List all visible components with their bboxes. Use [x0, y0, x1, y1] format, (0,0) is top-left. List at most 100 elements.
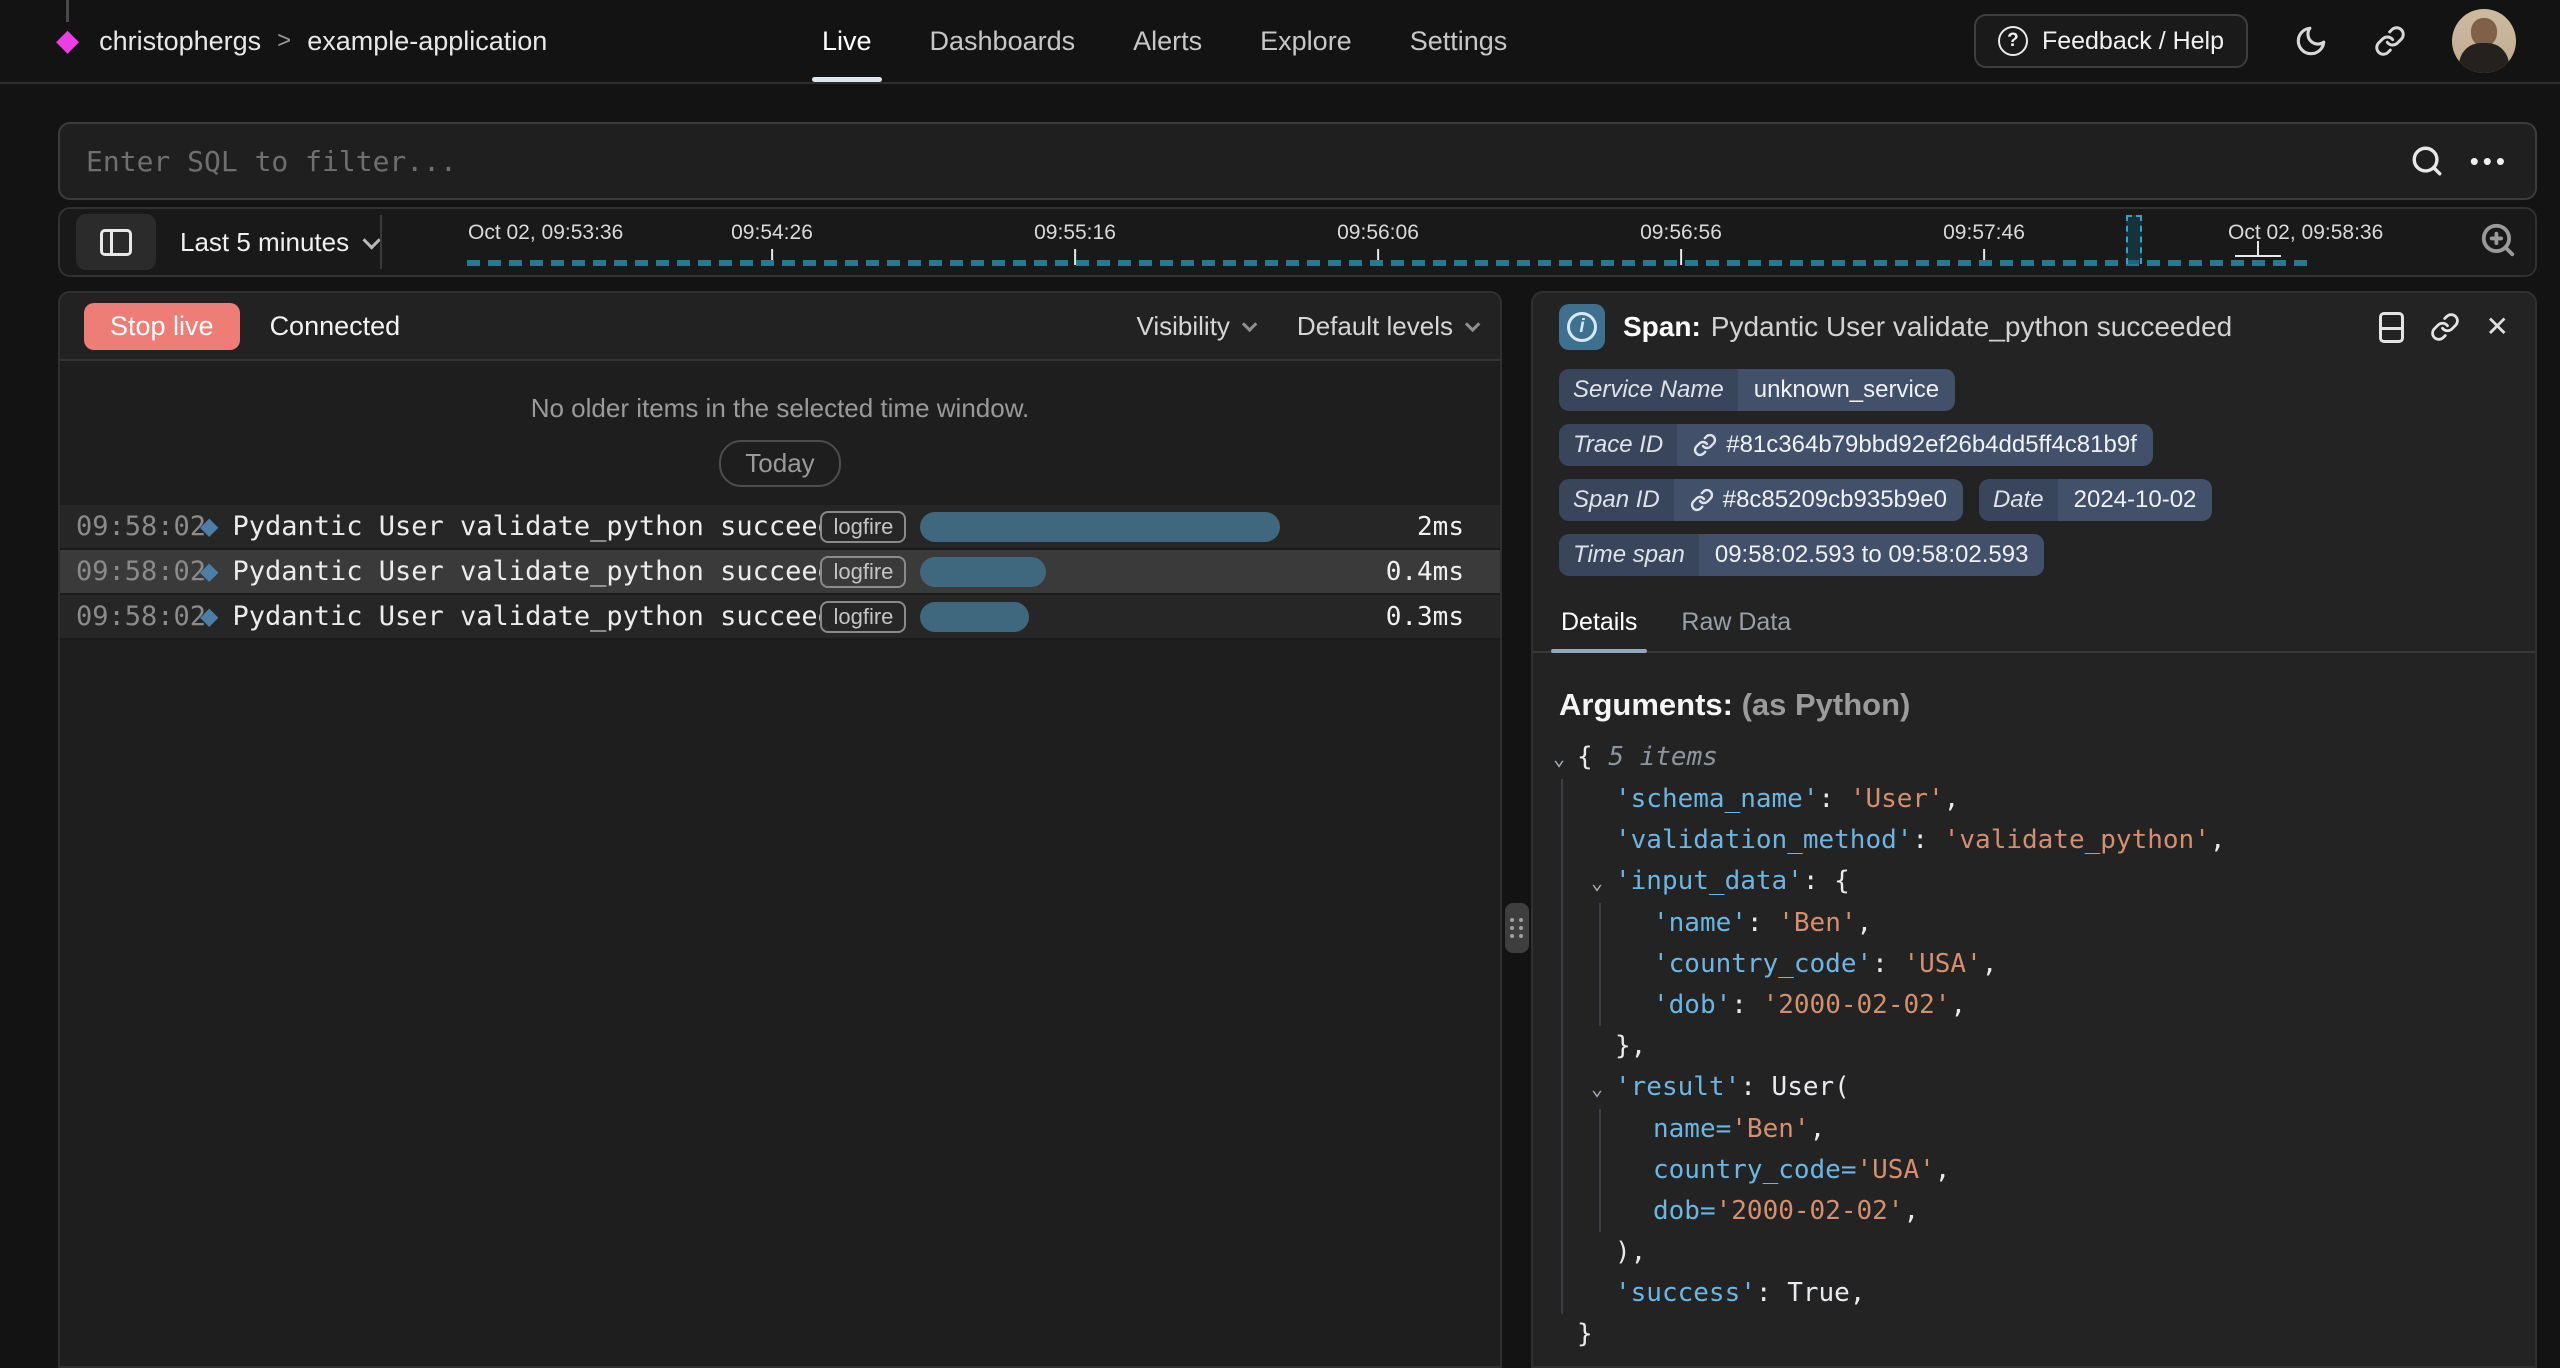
default-levels-label: Default levels [1297, 311, 1453, 342]
code-token: , [2210, 825, 2226, 855]
indent-guide [1561, 861, 1563, 903]
top-nav: ◆ christophergs > example-application Li… [0, 0, 2560, 84]
sql-filter-input[interactable] [86, 145, 2410, 178]
trace-id-badge[interactable]: Trace ID #81c364b79bbd92ef26b4dd5ff4c81b… [1559, 424, 2153, 466]
logfire-tag: logfire [820, 511, 906, 543]
connection-status: Connected [270, 311, 401, 342]
time-span-badge: Time span 09:58:02.593 to 09:58:02.593 [1559, 534, 2044, 576]
code-token: : True, [1756, 1278, 1866, 1308]
span-detail-header: i Span:Pydantic User validate_python suc… [1533, 293, 2535, 361]
code-token: , [1935, 1155, 1951, 1185]
code-line: 'validation_method': 'validate_python', [1553, 820, 2525, 861]
logfire-logo-icon: ◆ [56, 26, 79, 56]
nav-tab-alerts[interactable]: Alerts [1129, 0, 1206, 82]
indent-guide [1561, 1273, 1563, 1314]
timeline-bar: Last 5 minutes Oct 02, 09:53:36 09:54:26… [58, 207, 2537, 277]
more-options-icon[interactable]: ••• [2470, 146, 2509, 177]
span-row[interactable]: 09:58:02◆Pydantic User validate_python s… [60, 595, 1500, 640]
sidebar-toggle-button[interactable] [76, 214, 156, 270]
search-icon[interactable] [2410, 144, 2444, 178]
span-detail-panel: i Span:Pydantic User validate_python suc… [1531, 291, 2537, 1368]
nav-tab-live[interactable]: Live [818, 0, 876, 82]
indent-guide [1561, 944, 1563, 985]
timeline-end-label: Oct 02, 09:58:36 [2228, 221, 2383, 245]
code-token: 'dob' [1653, 990, 1731, 1020]
code-token: } [1577, 1319, 1593, 1349]
nav-tab-explore[interactable]: Explore [1256, 0, 1356, 82]
timeline-start-label: Oct 02, 09:53:36 [468, 221, 623, 245]
trace-id-value: #81c364b79bbd92ef26b4dd5ff4c81b9f [1726, 433, 2137, 457]
code-token: 'result' [1615, 1072, 1740, 1102]
span-row[interactable]: 09:58:02◆Pydantic User validate_python s… [60, 505, 1500, 550]
logo[interactable]: ◆ [56, 26, 79, 56]
arguments-format-label: (as Python) [1742, 687, 1911, 722]
collapse-chevron-icon[interactable]: ⌄ [1591, 1068, 1615, 1109]
code-token: 'USA' [1857, 1155, 1935, 1185]
code-token: : User( [1740, 1072, 1850, 1102]
code-line: country_code='USA', [1553, 1150, 2525, 1191]
panel-layout-icon [100, 229, 132, 256]
collapse-chevron-icon[interactable]: ⌄ [1553, 738, 1577, 779]
grip-dots-icon [1510, 918, 1524, 938]
service-name-badge: Service Name unknown_service [1559, 369, 1955, 411]
detail-tab-details[interactable]: Details [1559, 598, 1639, 651]
time-range-label: Last 5 minutes [180, 227, 349, 258]
detail-tab-raw-data[interactable]: Raw Data [1679, 598, 1793, 651]
empty-window-message: No older items in the selected time wind… [60, 393, 1500, 424]
code-line: }, [1553, 1026, 2525, 1067]
breadcrumb-org[interactable]: christophergs [99, 26, 261, 57]
span-diamond-icon: ◆ [200, 512, 218, 541]
indent-guide [1599, 985, 1601, 1026]
code-token: 'schema_name' [1615, 784, 1819, 814]
breadcrumb-project[interactable]: example-application [307, 26, 547, 57]
copy-link-button[interactable] [2430, 312, 2460, 342]
link-icon [2374, 25, 2406, 57]
stop-live-button[interactable]: Stop live [84, 303, 240, 350]
user-avatar[interactable] [2452, 9, 2516, 73]
collapse-chevron-icon[interactable]: ⌄ [1591, 862, 1615, 903]
code-token: }, [1615, 1031, 1646, 1061]
nav-right: ? Feedback / Help [1974, 0, 2516, 82]
code-token: 'country_code' [1653, 949, 1872, 979]
time-range-select[interactable]: Last 5 minutes [180, 227, 376, 258]
link-icon [1690, 488, 1714, 512]
code-token: : [1747, 908, 1778, 938]
span-row[interactable]: 09:58:02◆Pydantic User validate_python s… [60, 550, 1500, 595]
code-token: 'Ben' [1731, 1114, 1809, 1144]
indent-guide [1561, 1109, 1563, 1150]
code-line: 'name': 'Ben', [1553, 903, 2525, 944]
timeline-divider [380, 215, 382, 269]
feedback-help-button[interactable]: ? Feedback / Help [1974, 14, 2248, 68]
visibility-dropdown[interactable]: Visibility [1136, 311, 1252, 342]
today-button[interactable]: Today [719, 440, 840, 487]
indent-guide [1561, 1191, 1563, 1232]
code-line: 'country_code': 'USA', [1553, 944, 2525, 985]
span-diamond-icon: ◆ [200, 557, 218, 586]
code-token: 'validate_python' [1944, 825, 2210, 855]
share-link-button[interactable] [2374, 25, 2406, 57]
default-levels-dropdown[interactable]: Default levels [1297, 311, 1476, 342]
code-token: , [1944, 784, 1960, 814]
live-list-header: Stop live Connected Visibility Default l… [60, 293, 1500, 361]
code-token: : { [1803, 866, 1850, 896]
span-id-badge[interactable]: Span ID #8c85209cb935b9e0 [1559, 479, 1963, 521]
code-token: name= [1653, 1114, 1731, 1144]
code-line: 'schema_name': 'User', [1553, 779, 2525, 820]
panel-resize-handle[interactable] [1505, 903, 1529, 953]
code-token: : [1731, 990, 1762, 1020]
logfire-tag: logfire [820, 556, 906, 588]
detail-tabs: Details Raw Data [1533, 598, 2535, 653]
indent-guide [1599, 1109, 1601, 1150]
dock-panel-button[interactable] [2379, 312, 2404, 343]
question-circle-icon: ? [1998, 26, 2028, 56]
nav-tab-dashboards[interactable]: Dashboards [926, 0, 1080, 82]
span-row-time: 09:58:02 [76, 556, 194, 587]
nav-tab-settings[interactable]: Settings [1406, 0, 1512, 82]
close-icon[interactable]: ✕ [2486, 313, 2509, 341]
live-list-panel: Stop live Connected Visibility Default l… [58, 291, 1502, 1368]
code-token: : [1819, 784, 1850, 814]
span-row-time: 09:58:02 [76, 601, 194, 632]
dark-mode-toggle[interactable] [2294, 24, 2328, 58]
timeline-zoom-button[interactable] [2479, 221, 2517, 262]
code-token: ), [1615, 1237, 1646, 1267]
